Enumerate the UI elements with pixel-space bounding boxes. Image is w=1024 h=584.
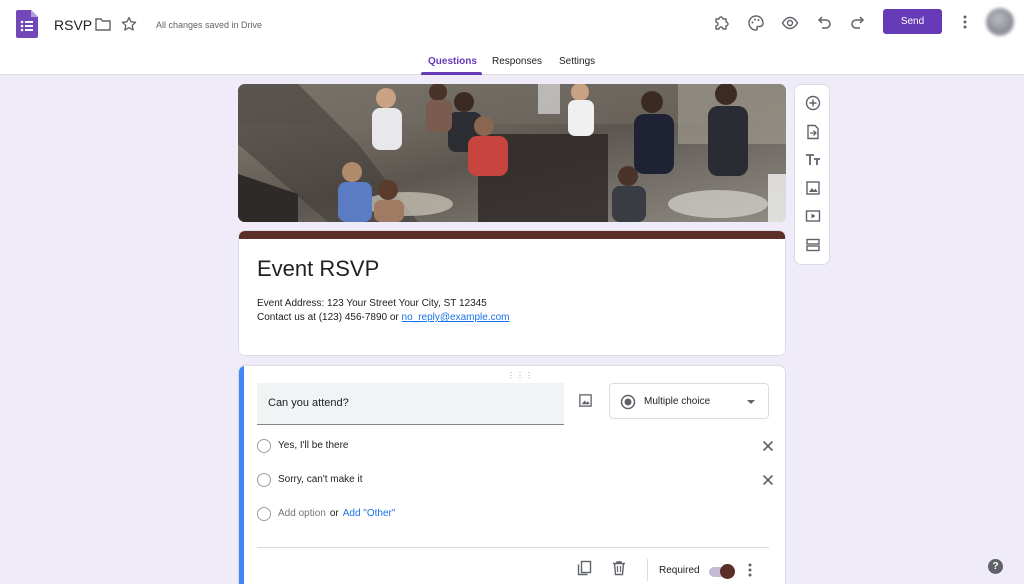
question-type-dropdown[interactable]: Multiple choice: [609, 383, 769, 419]
footer-separator: [647, 559, 648, 581]
trash-icon[interactable]: [612, 560, 626, 576]
add-image-icon[interactable]: [804, 179, 822, 197]
contact-line: Contact us at (123) 456-7890 or no_reply…: [257, 311, 510, 325]
active-card-indicator: [239, 366, 244, 584]
palette-icon[interactable]: [745, 12, 767, 34]
question-type-label: Multiple choice: [644, 396, 711, 407]
side-toolbar: [794, 84, 830, 265]
top-bar: RSVP All changes saved in Drive Send Que…: [0, 0, 1024, 75]
event-address: Event Address: 123 Your Street Your City…: [257, 298, 487, 309]
tab-settings[interactable]: Settings: [559, 56, 595, 67]
more-vert-icon[interactable]: [744, 562, 756, 578]
tab-bar: Questions Responses Settings: [0, 48, 1024, 75]
add-video-icon[interactable]: [804, 207, 822, 225]
form-header-image: [238, 84, 786, 222]
active-tab-indicator: [421, 72, 482, 75]
option-row: Yes, I'll be there: [257, 439, 785, 455]
drag-handle-icon[interactable]: ⋮⋮⋮: [507, 371, 534, 380]
option-label[interactable]: Sorry, can't make it: [278, 474, 363, 485]
contact-email-link[interactable]: no_reply@example.com: [402, 312, 510, 323]
folder-icon[interactable]: [95, 17, 111, 31]
question-title-input[interactable]: Can you attend?: [257, 383, 564, 425]
document-title[interactable]: RSVP: [54, 17, 92, 33]
card-divider: [257, 547, 769, 548]
avatar[interactable]: [986, 8, 1014, 36]
add-option-line: Add option or Add "Other": [278, 508, 395, 519]
close-icon[interactable]: [762, 440, 774, 452]
save-status: All changes saved in Drive: [156, 20, 263, 30]
add-title-icon[interactable]: [804, 151, 822, 169]
option-row: Sorry, can't make it: [257, 473, 785, 489]
option-label[interactable]: Yes, I'll be there: [278, 440, 348, 451]
form-title[interactable]: Event RSVP: [257, 256, 379, 282]
send-button[interactable]: Send: [883, 9, 942, 34]
theme-color-bar: [239, 231, 785, 239]
question-title: Can you attend?: [268, 397, 349, 409]
radio-icon: [257, 473, 271, 487]
more-vert-icon[interactable]: [957, 13, 973, 31]
form-title-card[interactable]: Event RSVP Event Address: 123 Your Stree…: [238, 230, 786, 356]
forms-logo-icon[interactable]: [16, 10, 38, 38]
or-text: or: [329, 508, 339, 519]
required-label: Required: [659, 565, 700, 576]
duplicate-icon[interactable]: [577, 560, 592, 576]
add-question-icon[interactable]: [804, 94, 822, 112]
radio-icon: [257, 439, 271, 453]
star-icon[interactable]: [121, 16, 137, 32]
question-card[interactable]: ⋮⋮⋮ Can you attend? Multiple choice Yes,…: [238, 365, 786, 584]
eye-icon[interactable]: [779, 12, 801, 34]
radio-button-icon: [620, 394, 636, 410]
add-image-icon[interactable]: [578, 393, 593, 408]
import-questions-icon[interactable]: [804, 123, 822, 141]
caret-down-icon: [746, 398, 756, 406]
close-icon[interactable]: [762, 474, 774, 486]
form-description[interactable]: Event Address: 123 Your Street Your City…: [257, 297, 510, 325]
undo-icon[interactable]: [813, 12, 835, 34]
help-icon[interactable]: ?: [988, 559, 1003, 574]
required-toggle-knob[interactable]: [720, 564, 735, 579]
add-option-link[interactable]: Add option: [278, 508, 326, 519]
contact-prefix: Contact us at (123) 456-7890 or: [257, 312, 402, 323]
tab-questions[interactable]: Questions: [428, 56, 477, 67]
add-option-row: Add option or Add "Other": [257, 507, 557, 523]
radio-icon: [257, 507, 271, 521]
puzzle-icon[interactable]: [711, 12, 733, 34]
add-other-link[interactable]: Add "Other": [343, 508, 396, 519]
tab-responses[interactable]: Responses: [492, 56, 542, 67]
redo-icon[interactable]: [847, 12, 869, 34]
add-section-icon[interactable]: [804, 236, 822, 254]
